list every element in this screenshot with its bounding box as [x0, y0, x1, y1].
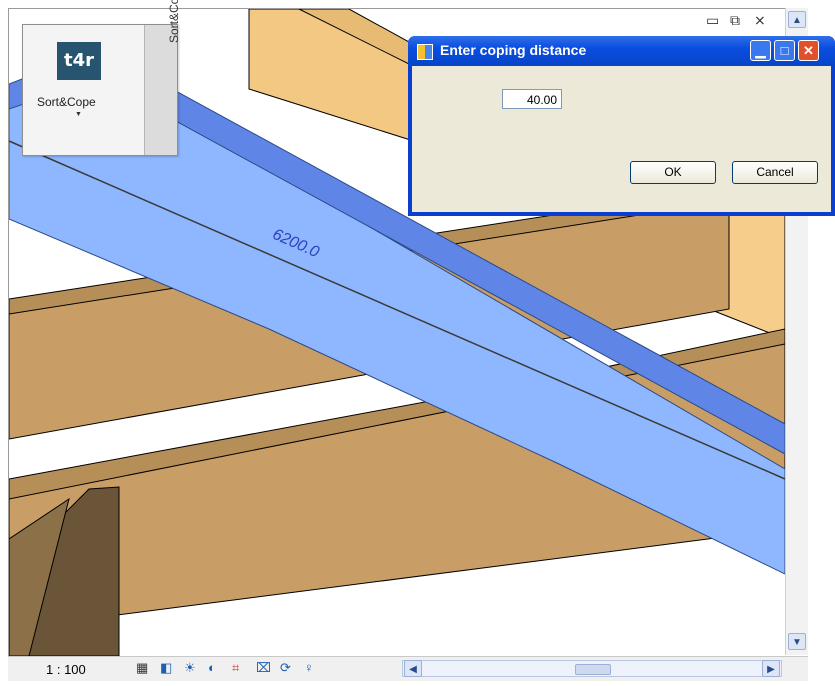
scroll-thumb[interactable] — [575, 664, 611, 675]
dialog-body: 40.00 OK Cancel — [412, 66, 831, 212]
cancel-button[interactable]: Cancel — [732, 161, 818, 184]
minimize-view-icon[interactable]: ▭ — [706, 12, 719, 29]
scroll-down-button[interactable]: ▼ — [788, 633, 806, 650]
scroll-right-button[interactable]: ▶ — [762, 660, 780, 677]
close-view-icon[interactable]: ⨯ — [754, 12, 766, 29]
visual-style-icon[interactable]: ◧ — [160, 660, 172, 676]
sun-path-icon[interactable]: ☀ — [184, 660, 196, 676]
dialog-titlebar[interactable]: Enter coping distance ▁ □ ✕ — [408, 36, 835, 66]
t4r-logo[interactable]: t4r — [57, 42, 101, 80]
ok-button[interactable]: OK — [630, 161, 716, 184]
coping-distance-input[interactable]: 40.00 — [502, 89, 562, 109]
view-scale[interactable]: 1 : 100 — [46, 662, 86, 677]
detail-level-icon[interactable]: ▦ — [136, 660, 148, 676]
scroll-up-button[interactable]: ▲ — [788, 11, 806, 28]
addin-ribbon-panel: t4r Sort&Cope ▼ Sort&Cope — [22, 0, 181, 156]
dialog-title: Enter coping distance — [440, 42, 587, 58]
view-control-bar: 1 : 100 ▦ ◧ ☀ ◐ ⌗ ⌧ ⟳ ♀ ◀ ▶ — [8, 656, 808, 681]
temporary-hide-icon[interactable]: ⟳ — [280, 660, 291, 676]
shadows-icon[interactable]: ◐ — [208, 660, 216, 676]
reveal-hidden-icon[interactable]: ♀ — [304, 660, 314, 676]
close-button[interactable]: ✕ — [798, 40, 819, 61]
dropdown-arrow-icon[interactable]: ▼ — [75, 111, 82, 118]
scroll-left-button[interactable]: ◀ — [404, 660, 422, 677]
ribbon-panel-tab[interactable]: Sort&Cope — [144, 0, 181, 155]
ribbon-panel-title: Sort&Cope — [167, 0, 181, 43]
crop-icon[interactable]: ⌗ — [232, 660, 239, 676]
minimize-button[interactable]: ▁ — [750, 40, 771, 61]
show-crop-icon[interactable]: ⌧ — [256, 660, 271, 676]
maximize-button[interactable]: □ — [774, 40, 795, 61]
restore-view-icon[interactable]: ⧉ — [730, 12, 740, 29]
app-icon — [417, 44, 433, 60]
horizontal-scrollbar[interactable]: ◀ ▶ — [402, 660, 782, 677]
coping-distance-dialog: Enter coping distance ▁ □ ✕ 40.00 OK Can… — [408, 36, 835, 216]
sort-cope-button-label[interactable]: Sort&Cope — [37, 95, 96, 109]
